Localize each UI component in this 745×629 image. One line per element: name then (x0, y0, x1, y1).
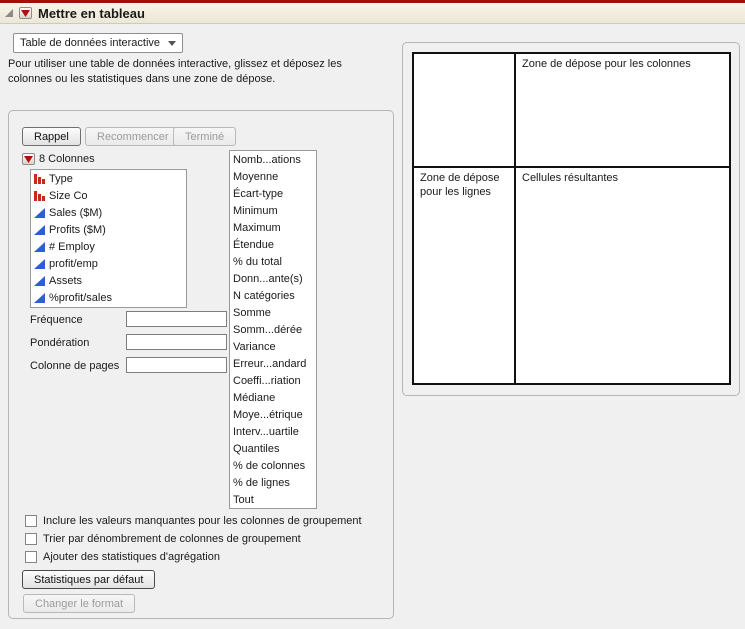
statistic-item[interactable]: Étendue (230, 236, 316, 253)
statistic-item[interactable]: Maximum (230, 219, 316, 236)
result-cells-zone[interactable]: Cellules résultantes (516, 168, 729, 383)
page-column-input[interactable] (126, 357, 227, 373)
default-statistics-button[interactable]: Statistiques par défaut (22, 570, 155, 589)
statistic-item[interactable]: Somme (230, 304, 316, 321)
preview-table: Zone de dépose pour les colonnes Zone de… (412, 52, 731, 385)
page-column-label: Colonne de pages (30, 360, 119, 372)
statistic-item[interactable]: % de lignes (230, 474, 316, 491)
sort-by-count-checkbox[interactable] (25, 533, 37, 545)
recall-button[interactable]: Rappel (22, 127, 81, 146)
column-item[interactable]: # Employ (31, 238, 186, 255)
column-item[interactable]: Size Co (31, 187, 186, 204)
statistic-item[interactable]: % de colonnes (230, 457, 316, 474)
sort-by-count-label: Trier par dénombrement de colonnes de gr… (43, 533, 301, 545)
column-item[interactable]: Sales ($M) (31, 204, 186, 221)
column-label: Type (49, 173, 73, 185)
frequency-label: Fréquence (30, 314, 83, 326)
mode-dropdown[interactable]: Table de données interactive (13, 33, 183, 53)
statistic-item[interactable]: Quantiles (230, 440, 316, 457)
mode-dropdown-value: Table de données interactive (20, 37, 160, 49)
columns-list-header: 8 Colonnes (22, 153, 95, 165)
add-aggregate-stats-label: Ajouter des statistiques d'agrégation (43, 551, 220, 563)
red-triangle-menu-icon[interactable] (19, 7, 32, 19)
column-item[interactable]: %profit/sales (31, 289, 186, 306)
continuous-column-icon (34, 241, 45, 252)
column-label: # Employ (49, 241, 95, 253)
column-item[interactable]: profit/emp (31, 255, 186, 272)
statistic-item[interactable]: Coeffi...riation (230, 372, 316, 389)
drop-zone-rows[interactable]: Zone de dépose pour les lignes (414, 168, 514, 383)
include-missing-checkbox[interactable] (25, 515, 37, 527)
column-label: Profits ($M) (49, 224, 106, 236)
continuous-column-icon (34, 224, 45, 235)
column-label: Sales ($M) (49, 207, 102, 219)
control-panel: Rappel Recommencer Terminé 8 Colonnes Ty… (8, 110, 394, 619)
nominal-column-icon (34, 173, 45, 184)
column-label: Size Co (49, 190, 88, 202)
statistic-item[interactable]: Nomb...ations (230, 151, 316, 168)
continuous-column-icon (34, 292, 45, 303)
statistic-item[interactable]: Écart-type (230, 185, 316, 202)
page-title: Mettre en tableau (38, 6, 145, 21)
continuous-column-icon (34, 207, 45, 218)
drop-zone-columns[interactable]: Zone de dépose pour les colonnes (516, 54, 729, 166)
statistics-list: Nomb...ations Moyenne Écart-type Minimum… (229, 150, 317, 509)
disclosure-triangle-icon[interactable] (5, 9, 13, 17)
drop-zone-corner[interactable] (414, 54, 514, 166)
statistic-item[interactable]: Tout (230, 491, 316, 508)
statistic-item[interactable]: Donn...ante(s) (230, 270, 316, 287)
statistic-item[interactable]: Moyenne (230, 168, 316, 185)
preview-panel: Zone de dépose pour les colonnes Zone de… (402, 42, 740, 396)
column-item[interactable]: Assets (31, 272, 186, 289)
add-aggregate-stats-checkbox[interactable] (25, 551, 37, 563)
restart-button[interactable]: Recommencer (85, 127, 181, 146)
statistic-item[interactable]: N catégories (230, 287, 316, 304)
statistic-item[interactable]: Moye...étrique (230, 406, 316, 423)
add-aggregate-stats-row: Ajouter des statistiques d'agrégation (25, 551, 220, 563)
columns-count-label: 8 Colonnes (39, 153, 95, 165)
columns-list: Type Size Co Sales ($M) Profits ($M) # E… (30, 169, 187, 308)
statistic-item[interactable]: Somm...dérée (230, 321, 316, 338)
frequency-input[interactable] (126, 311, 227, 327)
weight-label: Pondération (30, 337, 89, 349)
continuous-column-icon (34, 258, 45, 269)
statistic-item[interactable]: % du total (230, 253, 316, 270)
done-button[interactable]: Terminé (173, 127, 236, 146)
change-format-button[interactable]: Changer le format (23, 594, 135, 613)
statistic-item[interactable]: Médiane (230, 389, 316, 406)
weight-input[interactable] (126, 334, 227, 350)
column-item[interactable]: Profits ($M) (31, 221, 186, 238)
statistic-item[interactable]: Interv...uartile (230, 423, 316, 440)
statistic-item[interactable]: Variance (230, 338, 316, 355)
continuous-column-icon (34, 275, 45, 286)
include-missing-row: Inclure les valeurs manquantes pour les … (25, 515, 362, 527)
statistic-item[interactable]: Minimum (230, 202, 316, 219)
outline-header: Mettre en tableau (0, 0, 745, 24)
column-item[interactable]: Type (31, 170, 186, 187)
column-label: %profit/sales (49, 292, 112, 304)
tabulate-window: Mettre en tableau Table de données inter… (0, 0, 745, 629)
chevron-down-icon (168, 41, 176, 46)
sort-by-count-row: Trier par dénombrement de colonnes de gr… (25, 533, 301, 545)
column-label: Assets (49, 275, 82, 287)
nominal-column-icon (34, 190, 45, 201)
red-triangle-menu-icon[interactable] (22, 153, 35, 165)
statistic-item[interactable]: Erreur...andard (230, 355, 316, 372)
instructions-text: Pour utiliser une table de données inter… (8, 57, 358, 87)
include-missing-label: Inclure les valeurs manquantes pour les … (43, 515, 362, 527)
column-label: profit/emp (49, 258, 98, 270)
